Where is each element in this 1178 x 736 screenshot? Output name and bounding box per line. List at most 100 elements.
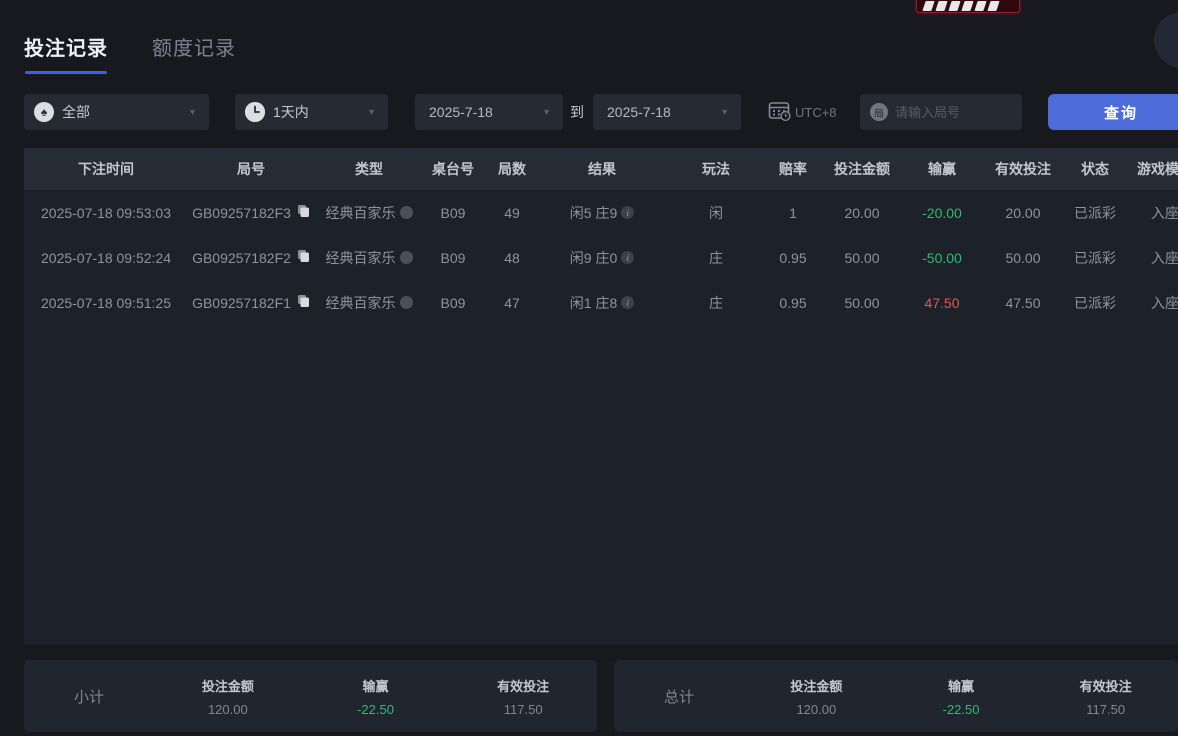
summary-section: 小计 投注金额 120.00 输赢 -22.50 有效投注 117.50 总计 … bbox=[24, 660, 1178, 732]
category-select[interactable]: ♠ 全部 ▼ bbox=[24, 94, 209, 130]
info-icon[interactable]: i bbox=[621, 206, 634, 219]
subtotal-bet-amount-label: 投注金额 bbox=[154, 676, 302, 695]
col-header-win-loss: 输赢 bbox=[908, 159, 976, 179]
cell-result: 闲5 庄9i bbox=[542, 203, 662, 223]
total-bet-amount-value: 120.00 bbox=[744, 702, 889, 717]
col-header-game-mode: 游戏模式 bbox=[1120, 159, 1178, 179]
calendar-clock-icon bbox=[768, 100, 792, 125]
date-from-select[interactable]: 2025-7-18 ▼ bbox=[415, 94, 563, 130]
cell-win-loss: -50.00 bbox=[908, 250, 976, 266]
cell-odds: 0.95 bbox=[770, 295, 816, 311]
col-header-odds: 赔率 bbox=[770, 159, 816, 179]
game-badge-icon bbox=[400, 206, 413, 219]
round-number-search: 局 bbox=[860, 94, 1022, 130]
timezone-label: UTC+8 bbox=[795, 105, 837, 120]
col-header-table-no: 桌台号 bbox=[424, 159, 482, 179]
cell-status: 已派彩 bbox=[1070, 203, 1120, 223]
col-header-rounds: 局数 bbox=[482, 159, 542, 179]
cell-bet-amount: 50.00 bbox=[816, 295, 908, 311]
betting-records-table: 下注时间 局号 类型 桌台号 局数 结果 玩法 赔率 投注金额 输赢 有效投注 … bbox=[24, 148, 1178, 645]
subtotal-card: 小计 投注金额 120.00 输赢 -22.50 有效投注 117.50 bbox=[24, 660, 597, 732]
subtotal-valid-bet-value: 117.50 bbox=[449, 702, 597, 717]
table-header-row: 下注时间 局号 类型 桌台号 局数 结果 玩法 赔率 投注金额 输赢 有效投注 … bbox=[24, 148, 1178, 190]
chevron-down-icon: ▼ bbox=[720, 107, 729, 117]
date-from-value: 2025-7-18 bbox=[429, 104, 493, 120]
cell-table-no: B09 bbox=[424, 250, 482, 266]
chevron-down-icon: ▼ bbox=[188, 107, 197, 117]
time-range-value: 1天内 bbox=[273, 102, 309, 122]
cell-odds: 1 bbox=[770, 205, 816, 221]
subtotal-win-loss-label: 输赢 bbox=[302, 676, 450, 695]
cell-play: 庄 bbox=[662, 293, 770, 313]
cell-table-no: B09 bbox=[424, 205, 482, 221]
tab-betting-records[interactable]: 投注记录 bbox=[24, 32, 108, 74]
subtotal-valid-bet-label: 有效投注 bbox=[449, 676, 597, 695]
table-row: 2025-07-18 09:53:03 GB09257182F3 经典百家乐 B… bbox=[24, 190, 1178, 235]
time-range-select[interactable]: 1天内 ▼ bbox=[235, 94, 388, 130]
subtotal-win-loss-value: -22.50 bbox=[302, 702, 450, 717]
total-bet-amount-label: 投注金额 bbox=[744, 676, 889, 695]
cell-valid-bet: 47.50 bbox=[976, 295, 1070, 311]
round-number-input[interactable] bbox=[895, 105, 1010, 120]
filter-bar: ♠ 全部 ▼ 1天内 ▼ 2025-7-18 ▼ 到 2025-7-18 ▼ bbox=[24, 94, 1178, 130]
subtotal-bet-amount-value: 120.00 bbox=[154, 702, 302, 717]
cell-round-no: GB09257182F3 bbox=[188, 204, 314, 221]
round-number-icon: 局 bbox=[870, 103, 888, 121]
cell-result: 闲1 庄8i bbox=[542, 293, 662, 313]
cell-win-loss: 47.50 bbox=[908, 295, 976, 311]
game-badge-icon bbox=[400, 251, 413, 264]
cell-win-loss: -20.00 bbox=[908, 205, 976, 221]
copy-icon[interactable] bbox=[297, 294, 310, 311]
cell-bet-time: 2025-07-18 09:52:24 bbox=[24, 250, 188, 266]
col-header-play: 玩法 bbox=[662, 159, 770, 179]
col-header-valid-bet: 有效投注 bbox=[976, 159, 1070, 179]
cell-round-no: GB09257182F1 bbox=[188, 294, 314, 311]
cell-table-no: B09 bbox=[424, 295, 482, 311]
cell-game-mode: 入座 bbox=[1120, 248, 1178, 268]
category-value: 全部 bbox=[62, 102, 90, 122]
chevron-down-icon: ▼ bbox=[542, 107, 551, 117]
cell-odds: 0.95 bbox=[770, 250, 816, 266]
col-header-type: 类型 bbox=[314, 159, 424, 179]
cell-bet-time: 2025-07-18 09:53:03 bbox=[24, 205, 188, 221]
copy-icon[interactable] bbox=[297, 249, 310, 266]
date-to-value: 2025-7-18 bbox=[607, 104, 671, 120]
total-label: 总计 bbox=[614, 686, 744, 707]
date-range-to-label: 到 bbox=[570, 94, 584, 130]
date-to-select[interactable]: 2025-7-18 ▼ bbox=[593, 94, 741, 130]
cell-type: 经典百家乐 bbox=[314, 248, 424, 268]
floating-widget-button[interactable] bbox=[1154, 12, 1178, 68]
copy-icon[interactable] bbox=[297, 204, 310, 221]
col-header-bet-amount: 投注金额 bbox=[816, 159, 908, 179]
cell-rounds: 48 bbox=[482, 250, 542, 266]
cell-bet-time: 2025-07-18 09:51:25 bbox=[24, 295, 188, 311]
clock-icon bbox=[245, 102, 265, 122]
cell-type: 经典百家乐 bbox=[314, 203, 424, 223]
cell-bet-amount: 20.00 bbox=[816, 205, 908, 221]
cell-result: 闲9 庄0i bbox=[542, 248, 662, 268]
total-card: 总计 投注金额 120.00 输赢 -22.50 有效投注 117.50 bbox=[614, 660, 1178, 732]
query-button[interactable]: 查询 bbox=[1048, 94, 1178, 130]
tab-quota-records[interactable]: 额度记录 bbox=[152, 32, 236, 74]
game-badge-icon bbox=[400, 296, 413, 309]
cell-game-mode: 入座 bbox=[1120, 203, 1178, 223]
spade-icon: ♠ bbox=[34, 102, 54, 122]
cell-bet-amount: 50.00 bbox=[816, 250, 908, 266]
info-icon[interactable]: i bbox=[621, 251, 634, 264]
cell-play: 闲 bbox=[662, 203, 770, 223]
cell-rounds: 49 bbox=[482, 205, 542, 221]
total-valid-bet-value: 117.50 bbox=[1033, 702, 1178, 717]
game-logo-image bbox=[916, 0, 1020, 13]
cell-play: 庄 bbox=[662, 248, 770, 268]
cell-rounds: 47 bbox=[482, 295, 542, 311]
chevron-down-icon: ▼ bbox=[367, 107, 376, 117]
col-header-round-no: 局号 bbox=[188, 159, 314, 179]
total-win-loss-label: 输赢 bbox=[889, 676, 1034, 695]
table-row: 2025-07-18 09:52:24 GB09257182F2 经典百家乐 B… bbox=[24, 235, 1178, 280]
record-tabs: 投注记录 额度记录 bbox=[24, 32, 236, 74]
info-icon[interactable]: i bbox=[621, 296, 634, 309]
subtotal-label: 小计 bbox=[24, 686, 154, 707]
cell-valid-bet: 20.00 bbox=[976, 205, 1070, 221]
cell-game-mode: 入座 bbox=[1120, 293, 1178, 313]
cell-status: 已派彩 bbox=[1070, 293, 1120, 313]
